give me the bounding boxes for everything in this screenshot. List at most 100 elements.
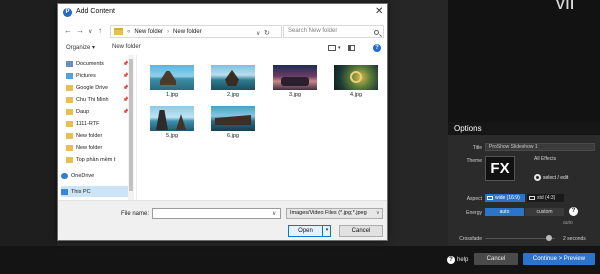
file-item[interactable]: 6.jpg <box>205 102 261 142</box>
open-split-dropdown-icon[interactable]: ▾ <box>322 225 331 237</box>
aspect-std-button[interactable]: std (4:3) <box>527 194 564 202</box>
file-item[interactable]: 1.jpg <box>144 61 200 101</box>
gear-icon <box>534 174 541 181</box>
file-item[interactable]: 5.jpg <box>144 102 200 142</box>
app-left-panel <box>0 0 57 246</box>
new-folder-button[interactable]: New folder <box>112 44 141 50</box>
energy-help-icon[interactable]: ? <box>569 207 578 216</box>
recent-locations-icon[interactable]: ∨ <box>88 28 92 35</box>
nav-item-this-pc[interactable]: This PC <box>61 186 128 197</box>
crossfade-label: Crossfade <box>459 236 482 242</box>
nav-item-pictures[interactable]: Pictures 📌 <box>66 70 133 81</box>
dialog-footer: File name: ∨ Images/Video Files (*.jpg;*… <box>58 200 387 240</box>
options-title: Options <box>448 122 600 135</box>
image-thumbnail <box>211 65 255 90</box>
image-thumbnail <box>150 106 194 131</box>
nav-item-documents[interactable]: Documents 📌 <box>66 58 133 69</box>
google-drive-icon <box>66 84 73 91</box>
aspect-label: Aspect <box>466 196 482 202</box>
command-bar: Organize ▾ New folder ▾ ? <box>58 40 387 55</box>
forward-arrow-icon[interactable]: → <box>76 26 84 35</box>
file-type-select[interactable]: Images/Video Files (*.jpg;*.jpeg <box>286 208 383 219</box>
search-icon <box>374 30 379 35</box>
file-name: 6.jpg <box>227 133 239 139</box>
nav-item-new-folder[interactable]: New folder <box>66 130 133 141</box>
image-thumbnail <box>211 106 255 131</box>
help-icon[interactable]: ? <box>373 44 381 52</box>
theme-thumbnail[interactable]: FX <box>485 156 515 181</box>
refresh-icon[interactable]: ↻ <box>264 29 270 37</box>
documents-icon <box>66 60 73 67</box>
image-thumbnail <box>150 65 194 90</box>
app-cancel-button[interactable]: Cancel <box>474 253 518 265</box>
add-content-dialog: P Add Content ✕ ← → ∨ ↑ « New folder › N… <box>57 3 388 241</box>
file-name-label: File name: <box>121 211 150 217</box>
crossfade-slider[interactable] <box>485 238 555 239</box>
change-view-icon[interactable] <box>328 45 336 51</box>
search-input[interactable]: Search New folder <box>283 25 384 38</box>
energy-auto-button[interactable]: auto <box>485 208 524 216</box>
up-arrow-icon[interactable]: ↑ <box>98 26 102 35</box>
nav-item-google-drive[interactable]: Google Drive 📌 <box>66 82 133 93</box>
file-list: 1.jpg 2.jpg 3.jpg 4.jpg 5.jpg 6.jpg <box>138 57 387 200</box>
dialog-titlebar: P Add Content ✕ <box>58 4 387 21</box>
close-icon[interactable]: ✕ <box>375 6 383 17</box>
preview-pane-icon[interactable] <box>348 45 355 51</box>
file-item[interactable]: 3.jpg <box>267 61 323 101</box>
nav-item-label: This PC <box>71 188 91 195</box>
image-thumbnail <box>334 65 378 90</box>
organize-menu[interactable]: Organize ▾ <box>66 44 95 51</box>
file-type-dropdown-icon[interactable]: ∨ <box>376 210 380 216</box>
help-label: help <box>457 257 469 263</box>
file-name: 5.jpg <box>166 133 178 139</box>
dialog-title: Add Content <box>76 8 115 15</box>
pane-divider[interactable] <box>136 55 137 200</box>
nav-item-new-folder-2[interactable]: New folder <box>66 142 133 153</box>
address-dropdown-icon[interactable]: ∨ <box>256 30 260 37</box>
help-button[interactable]: ? help <box>447 256 468 264</box>
breadcrumb-item[interactable]: New folder <box>134 29 163 35</box>
file-name: 4.jpg <box>350 92 362 98</box>
energy-label: Energy <box>466 210 482 216</box>
breadcrumb-item[interactable]: New folder <box>173 29 202 35</box>
breadcrumb-overflow[interactable]: « <box>127 29 130 35</box>
aspect-std-label: std (4:3) <box>537 195 556 201</box>
folder-icon <box>66 96 73 103</box>
file-name-dropdown-icon[interactable]: ∨ <box>272 210 276 217</box>
open-button-label: Open <box>298 228 313 234</box>
nav-item-label: Documents <box>76 60 104 67</box>
nav-item-chu-thi-minh[interactable]: Chu Thi Minh 📌 <box>66 94 133 105</box>
chevron-right-icon: › <box>167 28 170 35</box>
standard-screen-icon <box>529 195 535 200</box>
theme-label: Theme <box>466 158 482 164</box>
file-name-input[interactable] <box>152 208 281 219</box>
nav-pane-scrollbar-thumb[interactable] <box>129 59 133 191</box>
select-edit-button[interactable]: select / edit <box>534 174 568 181</box>
crossfade-slider-handle[interactable] <box>546 235 552 241</box>
aspect-wide-button[interactable]: wide (16:9) <box>485 194 525 202</box>
view-dropdown-icon[interactable]: ▾ <box>338 45 341 51</box>
back-arrow-icon[interactable]: ← <box>64 26 72 35</box>
file-item[interactable]: 2.jpg <box>205 61 261 101</box>
nav-pane-scrollbar[interactable] <box>128 55 134 200</box>
nav-item-top-phan-mem[interactable]: Top phần mềm t <box>66 154 133 165</box>
dialog-cancel-button[interactable]: Cancel <box>339 225 383 237</box>
title-input[interactable]: ProShow Slideshow 1 <box>485 143 595 151</box>
nav-item-onedrive[interactable]: OneDrive <box>61 170 128 181</box>
folder-icon <box>114 28 123 35</box>
nav-item-daup[interactable]: Daup 📌 <box>66 106 133 117</box>
file-item[interactable]: 4.jpg <box>328 61 384 101</box>
help-icon: ? <box>447 256 455 264</box>
pc-icon <box>61 188 68 195</box>
continue-preview-button[interactable]: Continue > Preview <box>523 253 595 265</box>
nav-item-label: Daup <box>76 108 90 115</box>
aspect-wide-label: wide (16:9) <box>495 195 520 201</box>
energy-custom-button[interactable]: custom <box>525 208 564 216</box>
nav-item-label: OneDrive <box>71 172 95 179</box>
file-name: 3.jpg <box>289 92 301 98</box>
nav-item-1111-rtf[interactable]: 1111-RTF <box>66 118 133 129</box>
nav-item-label: 1111-RTF <box>76 120 100 127</box>
nav-item-label: Pictures <box>76 72 96 79</box>
widescreen-icon <box>487 195 493 200</box>
image-thumbnail <box>273 65 317 90</box>
